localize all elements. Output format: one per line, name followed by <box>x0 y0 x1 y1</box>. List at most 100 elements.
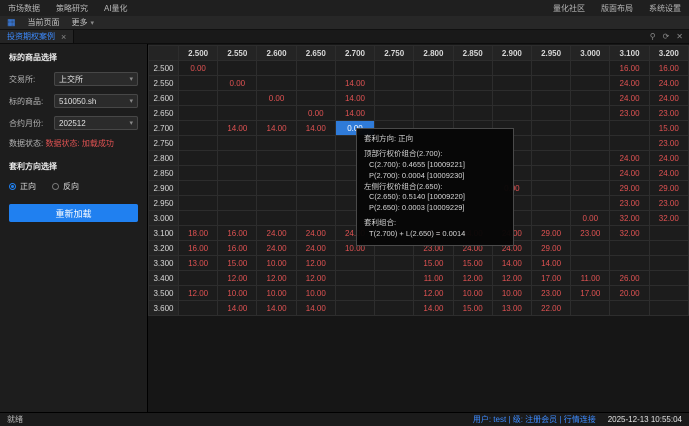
grid-cell[interactable] <box>531 121 570 136</box>
tab-close-icon[interactable]: × <box>61 32 66 42</box>
grid-cell[interactable] <box>375 256 414 271</box>
grid-cell[interactable] <box>257 196 296 211</box>
grid-cell[interactable] <box>453 76 492 91</box>
grid-cell[interactable]: 23.00 <box>571 226 610 241</box>
grid-cell[interactable] <box>257 61 296 76</box>
grid-cell[interactable]: 16.00 <box>649 61 688 76</box>
grid-cell[interactable]: 13.00 <box>179 256 218 271</box>
grid-cell[interactable]: 0.00 <box>179 61 218 76</box>
grid-cell[interactable]: 32.00 <box>649 211 688 226</box>
grid-cell[interactable]: 14.00 <box>296 301 335 316</box>
grid-cell[interactable] <box>375 106 414 121</box>
grid-cell[interactable] <box>179 271 218 286</box>
grid-cell[interactable]: 29.00 <box>531 241 570 256</box>
grid-cell[interactable]: 11.00 <box>571 271 610 286</box>
grid-cell[interactable]: 24.00 <box>296 241 335 256</box>
grid-cell[interactable] <box>296 61 335 76</box>
grid-cell[interactable] <box>218 91 257 106</box>
grid-cell[interactable] <box>179 151 218 166</box>
current-page-button[interactable]: 当前页面 <box>28 17 60 28</box>
grid-cell[interactable] <box>375 61 414 76</box>
grid-cell[interactable]: 15.00 <box>218 256 257 271</box>
grid-cell[interactable] <box>571 121 610 136</box>
grid-cell[interactable] <box>218 151 257 166</box>
grid-cell[interactable] <box>571 136 610 151</box>
radio-option[interactable]: 反向 <box>52 181 79 192</box>
grid-cell[interactable]: 0.00 <box>571 211 610 226</box>
grid-cell[interactable]: 14.00 <box>335 91 374 106</box>
menubar-item[interactable]: 策略研究 <box>56 3 88 14</box>
grid-cell[interactable]: 23.00 <box>610 106 649 121</box>
grid-cell[interactable]: 29.00 <box>531 226 570 241</box>
grid-cell[interactable]: 32.00 <box>610 211 649 226</box>
grid-cell[interactable] <box>179 136 218 151</box>
grid-cell[interactable] <box>296 166 335 181</box>
grid-cell[interactable] <box>218 196 257 211</box>
grid-cell[interactable]: 20.00 <box>610 286 649 301</box>
grid-cell[interactable]: 14.00 <box>335 76 374 91</box>
grid-cell[interactable]: 15.00 <box>453 256 492 271</box>
grid-cell[interactable] <box>296 151 335 166</box>
grid-cell[interactable]: 16.00 <box>179 241 218 256</box>
grid-cell[interactable]: 24.00 <box>610 151 649 166</box>
grid-cell[interactable]: 24.00 <box>610 166 649 181</box>
grid-cell[interactable] <box>375 91 414 106</box>
grid-cell[interactable]: 15.00 <box>649 121 688 136</box>
grid-cell[interactable] <box>257 106 296 121</box>
grid-cell[interactable] <box>571 91 610 106</box>
grid-cell[interactable]: 10.00 <box>257 286 296 301</box>
grid-cell[interactable] <box>531 166 570 181</box>
grid-cell[interactable]: 24.00 <box>649 151 688 166</box>
grid-cell[interactable] <box>179 211 218 226</box>
grid-cell[interactable]: 13.00 <box>492 301 531 316</box>
menubar-item[interactable]: 市场数据 <box>8 3 40 14</box>
grid-cell[interactable] <box>571 256 610 271</box>
grid-cell[interactable]: 23.00 <box>649 136 688 151</box>
grid-cell[interactable]: 29.00 <box>649 181 688 196</box>
grid-cell[interactable]: 10.00 <box>492 286 531 301</box>
grid-cell[interactable] <box>179 181 218 196</box>
dropdown[interactable]: 上交所▾ <box>54 72 138 86</box>
grid-cell[interactable] <box>571 196 610 211</box>
grid-cell[interactable]: 17.00 <box>571 286 610 301</box>
grid-cell[interactable] <box>257 136 296 151</box>
grid-cell[interactable] <box>375 301 414 316</box>
grid-cell[interactable] <box>335 256 374 271</box>
grid-cell[interactable] <box>257 181 296 196</box>
grid-cell[interactable] <box>296 91 335 106</box>
grid-cell[interactable] <box>335 301 374 316</box>
dropdown[interactable]: 202512▾ <box>54 116 138 130</box>
grid-cell[interactable] <box>453 106 492 121</box>
grid-cell[interactable]: 23.00 <box>649 106 688 121</box>
grid-cell[interactable]: 24.00 <box>610 91 649 106</box>
grid-cell[interactable] <box>649 256 688 271</box>
grid-cell[interactable] <box>335 61 374 76</box>
grid-cell[interactable]: 12.00 <box>296 256 335 271</box>
grid-cell[interactable] <box>296 136 335 151</box>
grid-cell[interactable] <box>531 211 570 226</box>
grid-cell[interactable]: 23.00 <box>610 196 649 211</box>
grid-cell[interactable] <box>218 211 257 226</box>
grid-cell[interactable]: 17.00 <box>531 271 570 286</box>
grid-cell[interactable] <box>531 151 570 166</box>
grid-cell[interactable] <box>571 106 610 121</box>
grid-cell[interactable] <box>649 226 688 241</box>
grid-cell[interactable] <box>531 136 570 151</box>
grid-cell[interactable]: 12.00 <box>179 286 218 301</box>
grid-cell[interactable] <box>610 301 649 316</box>
grid-cell[interactable] <box>492 76 531 91</box>
grid-cell[interactable] <box>571 166 610 181</box>
grid-cell[interactable] <box>179 166 218 181</box>
grid-cell[interactable]: 24.00 <box>649 166 688 181</box>
grid-cell[interactable] <box>414 91 453 106</box>
grid-cell[interactable] <box>571 181 610 196</box>
grid-cell[interactable] <box>179 301 218 316</box>
menubar-item[interactable]: AI量化 <box>104 3 128 14</box>
grid-cell[interactable] <box>218 136 257 151</box>
grid-cell[interactable]: 12.00 <box>453 271 492 286</box>
grid-cell[interactable] <box>571 301 610 316</box>
grid-cell[interactable] <box>335 271 374 286</box>
grid-cell[interactable]: 23.00 <box>531 286 570 301</box>
grid-cell[interactable] <box>531 181 570 196</box>
grid-cell[interactable] <box>179 121 218 136</box>
